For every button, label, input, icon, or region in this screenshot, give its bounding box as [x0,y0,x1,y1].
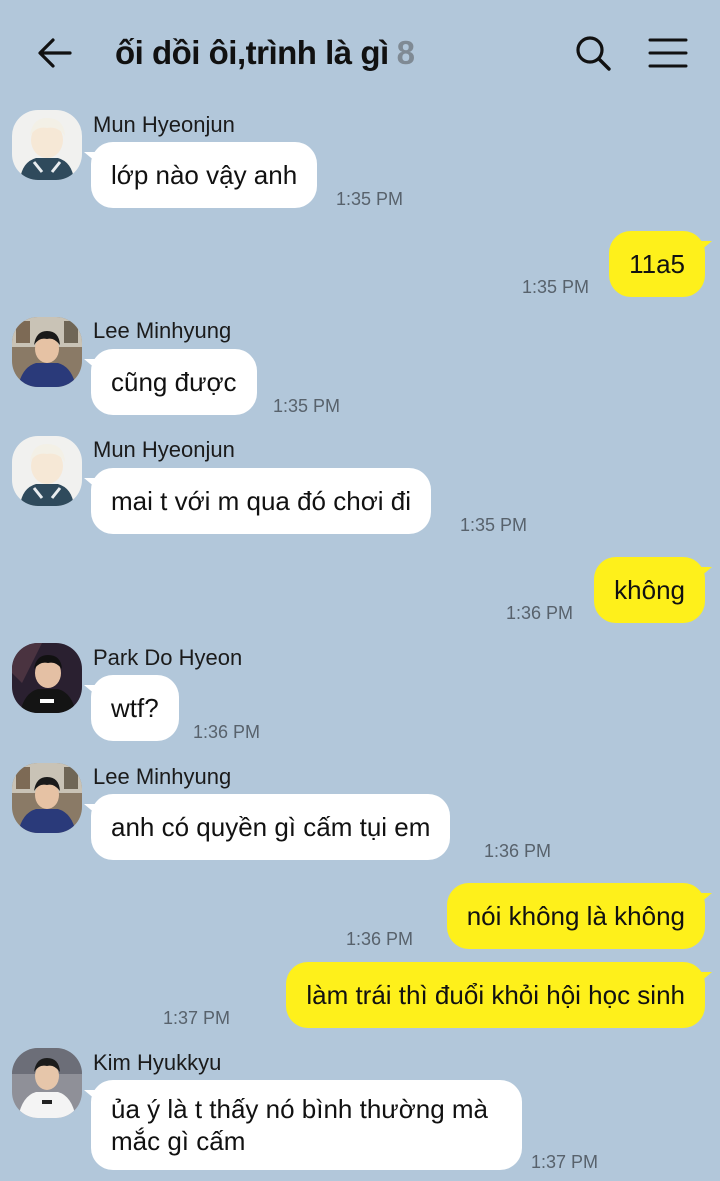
message-bubble[interactable]: làm trái thì đuổi khỏi hội học sinh [286,962,712,1028]
avatar[interactable] [12,436,82,506]
message-bubble[interactable]: ủa ý là t thấy nó bình thường mà mắc gì … [84,1080,522,1170]
avatar[interactable] [12,317,82,387]
hamburger-menu-icon[interactable] [648,36,688,70]
message-bubble[interactable]: lớp nào vậy anh [83,142,318,208]
message-time: 1:35 PM [460,515,528,535]
sender-name: Mun Hyeonjun [93,112,235,137]
message-time: 1:37 PM [531,1152,599,1172]
avatar[interactable] [12,763,82,833]
profile-photo [12,643,82,713]
sender-name: Lee Minhyung [93,764,232,789]
message-bubble[interactable]: nói không là không [446,883,713,949]
message-time: 1:37 PM [163,1008,231,1028]
message-time: 1:36 PM [193,722,261,742]
profile-photo [12,110,82,180]
message-time: 1:36 PM [484,841,552,861]
message-bubble[interactable]: wtf? [84,675,179,741]
profile-photo [12,436,82,506]
chat-title: ối dồi ôi,trình là gì 8 [115,34,415,72]
avatar[interactable] [12,110,82,180]
message-time: 1:35 PM [273,396,341,416]
sender-name: Park Do Hyeon [93,645,243,670]
profile-photo [12,763,82,833]
search-icon[interactable] [574,34,612,72]
sender-name: Lee Minhyung [93,318,232,343]
profile-photo [12,1048,82,1118]
message-time: 1:35 PM [522,277,590,297]
chat-header: ối dồi ôi,trình là gì 8 [0,0,720,105]
message-time: 1:35 PM [336,189,404,209]
member-count: 8 [396,34,415,71]
profile-photo [12,317,82,387]
avatar[interactable] [12,1048,82,1118]
avatar[interactable] [12,643,82,713]
message-bubble[interactable]: 11a5 [609,231,712,297]
message-bubble[interactable]: anh có quyền gì cấm tụi em [83,794,451,860]
message-bubble[interactable]: không [594,557,712,623]
message-time: 1:36 PM [346,929,414,949]
message-bubble[interactable]: cũng được [84,349,257,415]
chat-title-text: ối dồi ôi,trình là gì [115,34,389,71]
message-time: 1:36 PM [506,603,574,623]
sender-name: Kim Hyukkyu [93,1050,222,1075]
arrow-left-icon[interactable] [36,34,74,72]
sender-name: Mun Hyeonjun [93,437,235,462]
message-bubble[interactable]: mai t với m qua đó chơi đi [84,468,431,534]
